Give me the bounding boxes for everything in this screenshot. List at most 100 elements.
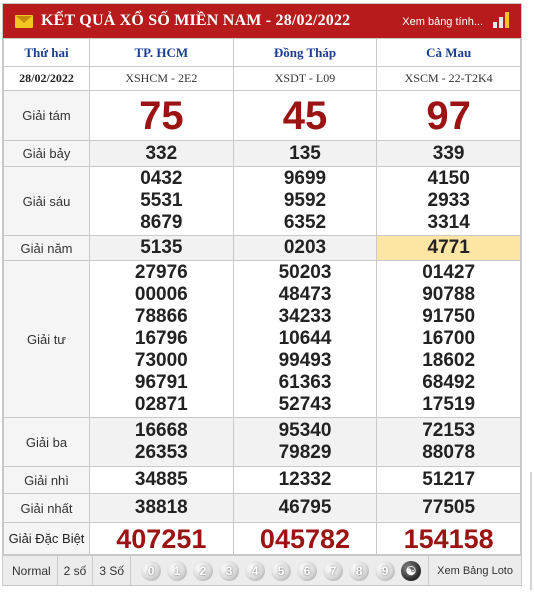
prize-number: 45 — [232, 90, 378, 141]
prize-number: 75 — [89, 90, 234, 141]
digit-ball-2[interactable]: 2 — [193, 560, 214, 581]
prize-number: 01427 — [422, 262, 476, 283]
draw-code: XSCM - 22-T2K4 — [376, 66, 521, 91]
special-prize-number: 045782 — [232, 522, 378, 555]
prize-number: 34885 — [89, 466, 234, 494]
results-panel: KẾT QUẢ XỔ SỐ MIỀN NAM - 28/02/2022 Xem … — [2, 3, 522, 586]
prize-number: 72153 — [422, 420, 476, 441]
prize-number: 77505 — [376, 493, 521, 523]
digit-ball-7[interactable]: 7 — [323, 560, 344, 581]
special-prize-number: 407251 — [89, 522, 234, 555]
prize-number: 16668 — [134, 420, 188, 441]
prize-number: 8679 — [140, 212, 183, 233]
draw-code: XSHCM - 2E2 — [89, 66, 234, 91]
prize-number: 26353 — [134, 442, 188, 463]
prize-number: 34233 — [278, 306, 332, 327]
prize-number: 0203 — [232, 235, 378, 261]
prize-number: 16700 — [422, 328, 476, 349]
results-header: KẾT QUẢ XỔ SỐ MIỀN NAM - 28/02/2022 Xem … — [3, 4, 521, 38]
prize-cell: 50203 48473 34233 10644 99493 61363 5274… — [232, 260, 378, 418]
prize-number: 332 — [89, 140, 234, 167]
results-table: Thứ hai TP. HCM Đồng Tháp Cà Mau 28/02/2… — [3, 38, 521, 555]
prize-number: 5531 — [140, 190, 183, 211]
yin-yang-icon[interactable]: ☯ — [401, 560, 422, 581]
prize-number: 18602 — [422, 350, 476, 371]
prize-number: 5135 — [89, 235, 234, 261]
prize-cell: 16668 26353 — [89, 417, 234, 467]
draw-date: 28/02/2022 — [3, 66, 90, 91]
digit-ball-8[interactable]: 8 — [349, 560, 370, 581]
digit-ball-9[interactable]: 9 — [375, 560, 396, 581]
prize-label: Giải tám — [3, 90, 90, 141]
prize-number: 135 — [232, 140, 378, 167]
prize-cell: 95340 79829 — [232, 417, 378, 467]
digit-filter-balls: 0 1 2 3 4 5 6 7 8 9 ☯ — [131, 560, 422, 581]
prize-row-g8: Giải tám 75 45 97 — [3, 90, 521, 141]
mail-icon — [15, 14, 33, 28]
province-name[interactable]: Đồng Tháp — [232, 38, 378, 67]
prize-number: 51217 — [376, 466, 521, 494]
mode-tab-3-digits[interactable]: 3 Số — [93, 555, 132, 586]
prize-number: 3314 — [427, 212, 470, 233]
prize-number: 73000 — [134, 350, 188, 371]
prize-row-g1: Giải nhất 38818 46795 77505 — [3, 493, 521, 523]
prize-number: 17519 — [422, 394, 476, 415]
mode-tab-normal[interactable]: Normal — [3, 555, 58, 586]
digit-ball-1[interactable]: 1 — [167, 560, 188, 581]
prize-cell: 72153 88078 — [376, 417, 521, 467]
prize-cell: 0432 5531 8679 — [89, 166, 234, 236]
digit-ball-6[interactable]: 6 — [297, 560, 318, 581]
page-title: KẾT QUẢ XỔ SỐ MIỀN NAM - 28/02/2022 — [41, 12, 351, 29]
mode-tab-2-digits[interactable]: 2 số — [58, 555, 94, 586]
bar-chart-icon[interactable] — [493, 12, 511, 28]
prize-label: Giải năm — [3, 235, 90, 261]
special-prize-number: 154158 — [376, 522, 521, 555]
prize-cell: 01427 90788 91750 16700 18602 68492 1751… — [376, 260, 521, 418]
digit-ball-0[interactable]: 0 — [141, 560, 162, 581]
prize-label: Giải Đặc Biệt — [3, 522, 90, 555]
prize-number: 50203 — [278, 262, 332, 283]
prize-row-g4: Giải tư 27976 00006 78866 16796 73000 96… — [3, 260, 521, 418]
prize-cell: 9699 9592 6352 — [232, 166, 378, 236]
prize-number: 339 — [376, 140, 521, 167]
day-of-week: Thứ hai — [3, 38, 90, 67]
province-name[interactable]: TP. HCM — [89, 38, 234, 67]
digit-ball-3[interactable]: 3 — [219, 560, 240, 581]
province-name[interactable]: Cà Mau — [376, 38, 521, 67]
prize-number: 52743 — [278, 394, 332, 415]
prize-label: Giải nhì — [3, 466, 90, 494]
prize-label: Giải bảy — [3, 140, 90, 167]
view-table-link[interactable]: Xem bảng tính... — [402, 16, 483, 28]
prize-row-g5: Giải năm 5135 0203 4771 — [3, 235, 521, 261]
code-row: 28/02/2022 XSHCM - 2E2 XSDT - L09 XSCM -… — [3, 66, 521, 91]
prize-number: 27976 — [134, 262, 188, 283]
prize-cell: 4150 2933 3314 — [376, 166, 521, 236]
prize-row-g3: Giải ba 16668 26353 95340 79829 72153 88… — [3, 417, 521, 467]
prize-number: 99493 — [278, 350, 332, 371]
prize-number: 90788 — [422, 284, 476, 305]
digit-ball-5[interactable]: 5 — [271, 560, 292, 581]
prize-row-special: Giải Đặc Biệt 407251 045782 154158 — [3, 522, 521, 555]
prize-label: Giải sáu — [3, 166, 90, 236]
prize-number: 02871 — [134, 394, 188, 415]
display-mode-bar: Normal 2 số 3 Số 0 1 2 3 4 5 6 7 8 9 ☯ X… — [3, 555, 521, 586]
prize-number: 97 — [376, 90, 521, 141]
prize-number: 48473 — [278, 284, 332, 305]
prize-row-g7: Giải bảy 332 135 339 — [3, 140, 521, 167]
prize-number: 00006 — [134, 284, 188, 305]
view-loto-table-link[interactable]: Xem Bảng Loto — [428, 555, 521, 586]
prize-number: 96791 — [134, 372, 188, 393]
prize-number: 79829 — [278, 442, 332, 463]
prize-number: 78866 — [134, 306, 188, 327]
prize-number: 46795 — [232, 493, 378, 523]
prize-number: 38818 — [89, 493, 234, 523]
prize-label: Giải nhất — [3, 493, 90, 523]
prize-number: 6352 — [283, 212, 327, 233]
prize-number: 2933 — [427, 190, 470, 211]
prize-number: 10644 — [278, 328, 332, 349]
digit-ball-4[interactable]: 4 — [245, 560, 266, 581]
prize-number: 9592 — [283, 190, 327, 211]
prize-number: 0432 — [140, 168, 183, 189]
scrollbar-edge[interactable] — [530, 472, 532, 590]
prize-number: 12332 — [232, 466, 378, 494]
